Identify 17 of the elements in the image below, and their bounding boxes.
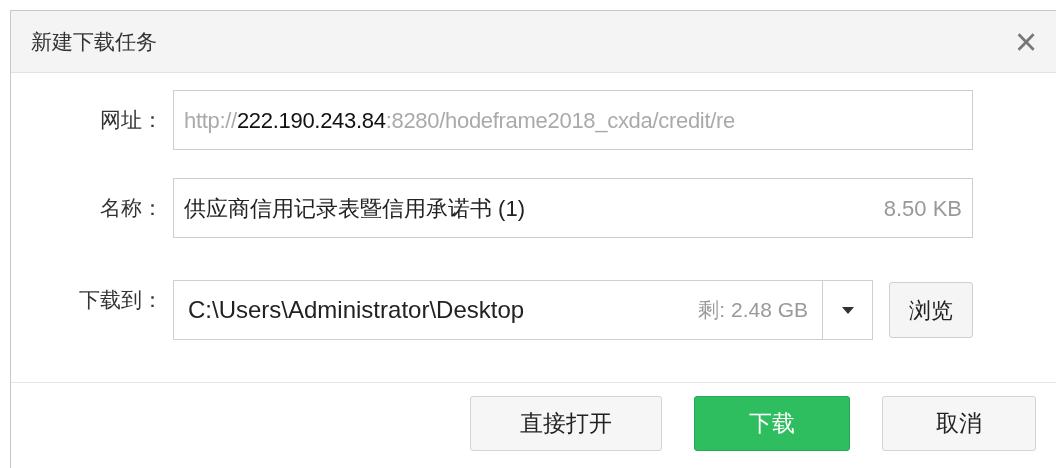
dialog-button[interactable]: 直接打开 (470, 396, 662, 451)
file-name: 供应商信用记录表暨信用承诺书 (1) (184, 194, 525, 223)
free-space: 剩: 2.48 GB (698, 297, 808, 324)
field-label: 网址： (99, 107, 164, 134)
caret-icon (841, 306, 854, 314)
close-button[interactable]: × (1008, 21, 1044, 62)
name-field[interactable]: 供应商信用记录表暨信用承诺书 (1) 8.50 KB (173, 178, 973, 238)
folder-path: C:\Users\Administrator\Desktop (188, 295, 525, 325)
folder-field[interactable]: C:\Users\Administrator\Desktop 剩: 2.48 GB (173, 280, 823, 340)
field-label: 下载到： (78, 287, 164, 313)
browse-button[interactable]: 浏览 (889, 282, 973, 338)
url-field[interactable]: http://222.190.243.84:8280/hodeframe2018_cxda/credit/re (173, 90, 973, 150)
dropdown-button[interactable] (823, 280, 873, 340)
field-label: 名称： (99, 195, 164, 222)
dialog-button[interactable]: 取消 (882, 396, 1036, 451)
file-size: 8.50 KB (883, 194, 962, 223)
window-title: 新建下载任务 (31, 28, 157, 55)
